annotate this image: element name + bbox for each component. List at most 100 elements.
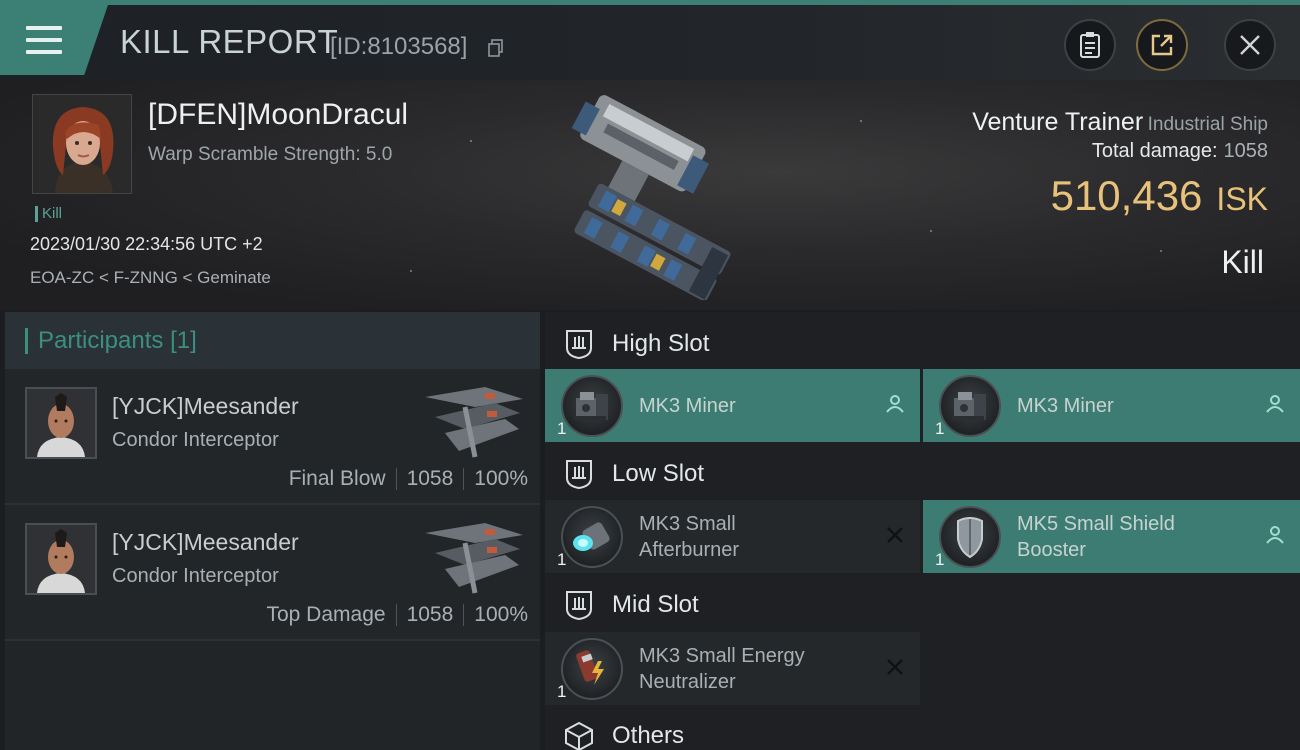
high-slot-header: High Slot: [545, 316, 1300, 372]
miner-module-icon: [561, 374, 623, 437]
kill-summary: [DFEN]MoonDracul Warp Scramble Strength:…: [0, 80, 1300, 310]
module-name: MK3 Small Energy Neutralizer: [639, 643, 805, 695]
participant-stats: Top Damage 1058 100%: [266, 603, 528, 627]
module-item[interactable]: 1 MK3 Miner: [923, 369, 1300, 442]
close-button[interactable]: [1224, 19, 1276, 71]
participant-role: Top Damage: [266, 603, 386, 626]
stats-divider: [463, 468, 465, 490]
participant-percent: 100%: [474, 603, 528, 626]
victim-ship-image[interactable]: [520, 90, 790, 300]
module-name: MK3 Miner: [639, 393, 736, 419]
victim-avatar[interactable]: [32, 94, 132, 194]
share-icon: [1151, 34, 1173, 56]
victim-ship-name[interactable]: Venture Trainer: [972, 108, 1143, 136]
module-name: MK3 Miner: [1017, 393, 1114, 419]
participant-avatar[interactable]: [25, 523, 97, 595]
participant-row[interactable]: [YJCK]Meesander Condor Interceptor Top D…: [5, 505, 540, 641]
participant-damage: 1058: [406, 603, 454, 626]
participants-panel: Participants [1] [YJCK]Meesander Condor …: [5, 312, 540, 750]
participant-ship: Condor Interceptor: [112, 429, 279, 451]
share-button[interactable]: [1136, 19, 1188, 71]
menu-icon: [26, 26, 62, 54]
module-name-line: Afterburner: [639, 538, 740, 561]
participants-title: Participants: [38, 326, 164, 354]
warp-scramble-strength: Warp Scramble Strength: 5.0: [148, 144, 393, 165]
low-slot-label: Low Slot: [612, 460, 705, 487]
stats-divider: [395, 468, 397, 490]
participant-ship-image: [425, 387, 523, 458]
module-item[interactable]: 1 MK5 Small Shield Booster: [923, 500, 1300, 573]
fitted-person-icon: [1264, 524, 1286, 546]
clipboard-icon: [1080, 32, 1100, 58]
stats-divider: [395, 604, 397, 626]
participants-accent-bar: [25, 327, 28, 354]
isk-unit: ISK: [1216, 181, 1268, 217]
participants-header: Participants [1]: [5, 312, 540, 369]
module-quantity: 1: [935, 550, 945, 569]
module-item[interactable]: 1 MK3 Small Energy Neutralizer: [545, 632, 920, 705]
participant-ship-image: [425, 523, 523, 594]
participants-count: [1]: [170, 326, 197, 354]
fitted-person-icon: [1264, 393, 1286, 415]
participant-avatar[interactable]: [25, 387, 97, 459]
afterburner-module-icon: [561, 505, 623, 568]
module-item[interactable]: 1 MK3 Small Afterburner: [545, 500, 920, 573]
clipboard-button[interactable]: [1064, 19, 1116, 71]
module-quantity: 1: [935, 419, 945, 438]
destroyed-x-icon: [884, 524, 906, 546]
module-name-line: MK3 Miner: [639, 394, 736, 417]
header-bar: KILL REPORT [ID:8103568]: [0, 5, 1300, 80]
module-name-line: Booster: [1017, 538, 1086, 561]
cargo-box-icon: [562, 719, 596, 750]
destroyed-x-icon: [884, 656, 906, 678]
mid-slot-label: Mid Slot: [612, 591, 699, 618]
module-name-line: MK3 Small: [639, 512, 736, 535]
participant-name[interactable]: [YJCK]Meesander: [112, 393, 299, 420]
low-slot-icon: [562, 457, 596, 491]
module-name-line: Neutralizer: [639, 670, 736, 693]
mid-slot-icon: [562, 588, 596, 622]
kill-location[interactable]: EOA-ZC < F-ZNNG < Geminate: [30, 268, 271, 288]
victim-ship-line: Venture Trainer Industrial Ship: [972, 108, 1268, 137]
participant-name[interactable]: [YJCK]Meesander: [112, 529, 299, 556]
others-header: Others: [545, 708, 1300, 750]
victim-name[interactable]: [DFEN]MoonDracul: [148, 98, 408, 132]
copy-icon[interactable]: [488, 39, 504, 57]
participant-percent: 100%: [474, 467, 528, 490]
isk-value-line: 510,436 ISK: [1051, 172, 1268, 220]
module-name: MK3 Small Afterburner: [639, 511, 739, 563]
module-quantity: 1: [557, 550, 567, 569]
kill-tag: Kill: [35, 206, 62, 222]
module-name-line: MK5 Small Shield: [1017, 512, 1175, 535]
total-damage: Total damage: 1058: [1092, 140, 1268, 163]
module-name-line: MK3 Small Energy: [639, 644, 805, 667]
energy-neutralizer-module-icon: [561, 637, 623, 700]
high-slot-icon: [562, 327, 596, 361]
participant-stats: Final Blow 1058 100%: [289, 467, 528, 491]
page-title: KILL REPORT: [120, 23, 339, 60]
close-icon: [1240, 35, 1260, 55]
kill-result: Kill: [1221, 244, 1264, 280]
miner-module-icon: [939, 374, 1001, 437]
module-name: MK5 Small Shield Booster: [1017, 511, 1175, 563]
others-label: Others: [612, 722, 685, 749]
isk-value: 510,436: [1050, 172, 1203, 219]
module-name-line: MK3 Miner: [1017, 394, 1114, 417]
module-quantity: 1: [557, 682, 567, 701]
fitted-person-icon: [884, 393, 906, 415]
module-item[interactable]: 1 MK3 Miner: [545, 369, 920, 442]
total-damage-label: Total damage:: [1091, 140, 1218, 162]
participant-role: Final Blow: [288, 467, 386, 490]
participant-row[interactable]: [YJCK]Meesander Condor Interceptor Final…: [5, 369, 540, 505]
menu-button[interactable]: [0, 5, 108, 75]
mid-slot-header: Mid Slot: [545, 577, 1300, 633]
fitting-panel: High Slot 1 MK3 Miner 1 MK3 Miner Low Sl…: [545, 312, 1300, 750]
report-id: [ID:8103568]: [330, 33, 468, 60]
stats-divider: [463, 604, 465, 626]
kill-datetime: 2023/01/30 22:34:56 UTC +2: [30, 234, 263, 254]
total-damage-value: 1058: [1223, 140, 1269, 162]
participant-damage: 1058: [406, 467, 454, 490]
shield-booster-module-icon: [939, 505, 1001, 568]
participant-ship: Condor Interceptor: [112, 565, 279, 587]
module-quantity: 1: [557, 419, 567, 438]
